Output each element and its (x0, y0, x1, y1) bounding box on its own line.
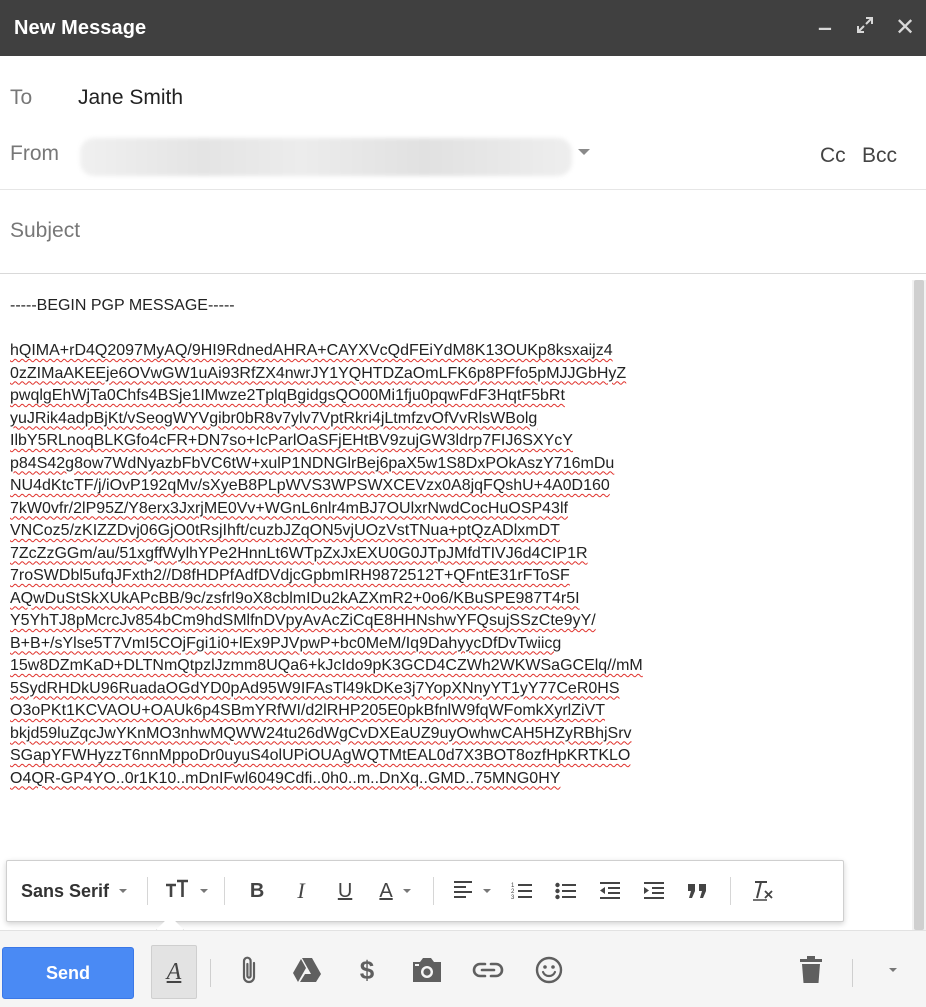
body-line: hQIMA+rD4Q2097MyAQ/9HI9RdnedAHRA+CAYXVcQ… (10, 342, 613, 359)
text-color-button[interactable]: A (367, 871, 423, 911)
toolbar-divider (730, 877, 732, 905)
indent-more-icon (643, 881, 665, 901)
close-icon[interactable]: ✕ (894, 0, 916, 56)
bold-button[interactable]: B (235, 871, 279, 911)
emoji-icon[interactable] (532, 953, 566, 987)
numbered-list-button[interactable]: 123 (500, 871, 544, 911)
body-line: 7ZcZzGGm/au/51xgffWylhYPe2HnnLt6WTpZxJxE… (10, 544, 588, 562)
subject-input[interactable] (10, 216, 890, 246)
chevron-down-icon[interactable] (578, 149, 590, 155)
compose-bottom-bar: Send A $ (0, 930, 926, 1007)
indent-less-icon (599, 881, 621, 901)
link-icon[interactable] (470, 953, 506, 987)
body-line-partial: O4QR-GP4YO..0r1K10..mDnIFwl6049Cdfi..0h0… (10, 769, 561, 787)
attach-icon[interactable] (236, 953, 262, 987)
body-line: Y5YhTJ8pMcrcJv854bCm9hdSMlfnDVpyAvAcZiCq… (10, 612, 596, 629)
body-line: p84S42g8ow7WdNyazbFbVC6tW+xulP1NDNGlrBej… (10, 454, 615, 472)
text-color-icon: A (379, 879, 393, 902)
from-label: From (10, 142, 59, 165)
remove-formatting-icon (751, 880, 775, 902)
body-line: 0zZIMaAKEEje6OVwGW1uAi93RfZX4nwrJY1YQHTD… (10, 364, 627, 382)
text-format-icon: A (166, 958, 182, 985)
font-family-select[interactable]: Sans Serif (21, 871, 128, 911)
trash-icon[interactable] (796, 953, 826, 987)
text-size-button[interactable] (158, 871, 214, 911)
compose-titlebar: New Message ‒ ✕ (0, 0, 926, 56)
to-label: To (10, 86, 33, 109)
toolbar-divider (147, 877, 149, 905)
chevron-down-icon (200, 889, 209, 893)
font-family-value: Sans Serif (21, 880, 110, 901)
from-address-redacted[interactable] (80, 138, 572, 176)
pgp-header-line: -----BEGIN PGP MESSAGE----- (10, 297, 235, 314)
align-button[interactable] (444, 871, 500, 911)
quote-button[interactable] (676, 871, 720, 911)
numbered-list-icon: 123 (511, 881, 533, 901)
window-title: New Message (14, 16, 147, 39)
body-line: 7kW0vfr/2lP95Z/Y8erx3JxrjME0Vv+WGnL6nlr4… (10, 499, 568, 517)
formatting-toolbar: Sans Serif B I U A 123 (6, 860, 844, 922)
subject-row (0, 190, 926, 274)
body-line: AQwDuStSkXUkAPcBB/9c/zsfrl9oX8cblmIDu2kA… (10, 589, 580, 607)
bulleted-list-icon (555, 881, 577, 901)
body-line: VNCoz5/zKIZZDvj06GjO0tRsjIhft/cuzbJZqON5… (10, 522, 560, 539)
minimize-icon[interactable]: ‒ (814, 0, 836, 56)
chevron-down-icon (119, 889, 128, 893)
italic-button[interactable]: I (279, 871, 323, 911)
toolbar-divider (224, 877, 226, 905)
chevron-down-icon (402, 889, 411, 893)
body-line: 5SydRHDkU96RuadaOGdYD0pAd95W9IFAsTl49kDK… (10, 679, 620, 697)
body-line: pwqlgEhWjTa0Chfs4BSje1IMwze2TplqBgidgsQO… (10, 387, 565, 404)
toolbar-divider (852, 959, 853, 987)
window-controls: ‒ ✕ (814, 0, 916, 56)
body-scrollbar[interactable] (912, 280, 926, 930)
scrollbar-thumb[interactable] (914, 280, 924, 930)
from-field-row: From Cc Bcc (0, 120, 926, 190)
toolbar-divider (433, 877, 435, 905)
chevron-down-icon (483, 889, 492, 893)
to-recipient[interactable]: Jane Smith (78, 86, 183, 110)
remove-formatting-button[interactable] (741, 871, 785, 911)
body-line: bkjd59luZqcJwYKnMO3nhwMQWW24tu26dWgCvDXE… (10, 724, 632, 742)
bulleted-list-button[interactable] (544, 871, 588, 911)
align-icon (453, 880, 473, 903)
body-line: SGapYFWHyzzT6nnMppoDr0uyuS4olUPiOUAgWQTM… (10, 747, 631, 764)
formatting-options-toggle[interactable]: A (151, 945, 197, 999)
send-button[interactable]: Send (2, 947, 134, 999)
photo-icon[interactable] (408, 953, 446, 987)
text-size-icon (164, 878, 190, 905)
more-options-icon[interactable] (880, 953, 906, 987)
indent-less-button[interactable] (588, 871, 632, 911)
bcc-link[interactable]: Bcc (862, 144, 897, 168)
svg-text:3: 3 (511, 895, 515, 901)
message-body[interactable]: -----BEGIN PGP MESSAGE----- hQIMA+rD4Q20… (0, 275, 910, 860)
expand-icon[interactable] (854, 0, 876, 56)
body-line: 15w8DZmKaD+DLTNmQtpzlJzmm8UQa6+kJcIdo9pK… (10, 657, 643, 674)
body-line: 7roSWDbl5ufqJFxth2//D8fHDPfAdfDVdjcGpbmI… (10, 567, 570, 584)
underline-button[interactable]: U (323, 871, 367, 911)
body-line: B+B+/sYlse5T7VmI5COjFgi1i0+lEx9PJVpwP+bc… (10, 634, 562, 652)
body-line: yuJRik4adpBjKt/vSeogWYVgibr0bR8v7ylv7Vpt… (10, 409, 538, 427)
body-line: NU4dKtcTF/j/iOvP192qMv/sXyeB8PLpWVS3WPSW… (10, 477, 610, 494)
body-line: IlbY5RLnoqBLKGfo4cFR+DN7so+IcParlOaSFjEH… (10, 432, 573, 449)
quote-icon (687, 883, 709, 899)
cc-link[interactable]: Cc (820, 144, 846, 168)
body-line: O3oPKt1KCVAOU+OAUk6p4SBmYRfWI/d2lRHP205E… (10, 702, 605, 719)
toolbar-divider (210, 959, 211, 987)
drive-icon[interactable] (290, 953, 324, 987)
indent-more-button[interactable] (632, 871, 676, 911)
money-icon[interactable]: $ (352, 953, 382, 987)
